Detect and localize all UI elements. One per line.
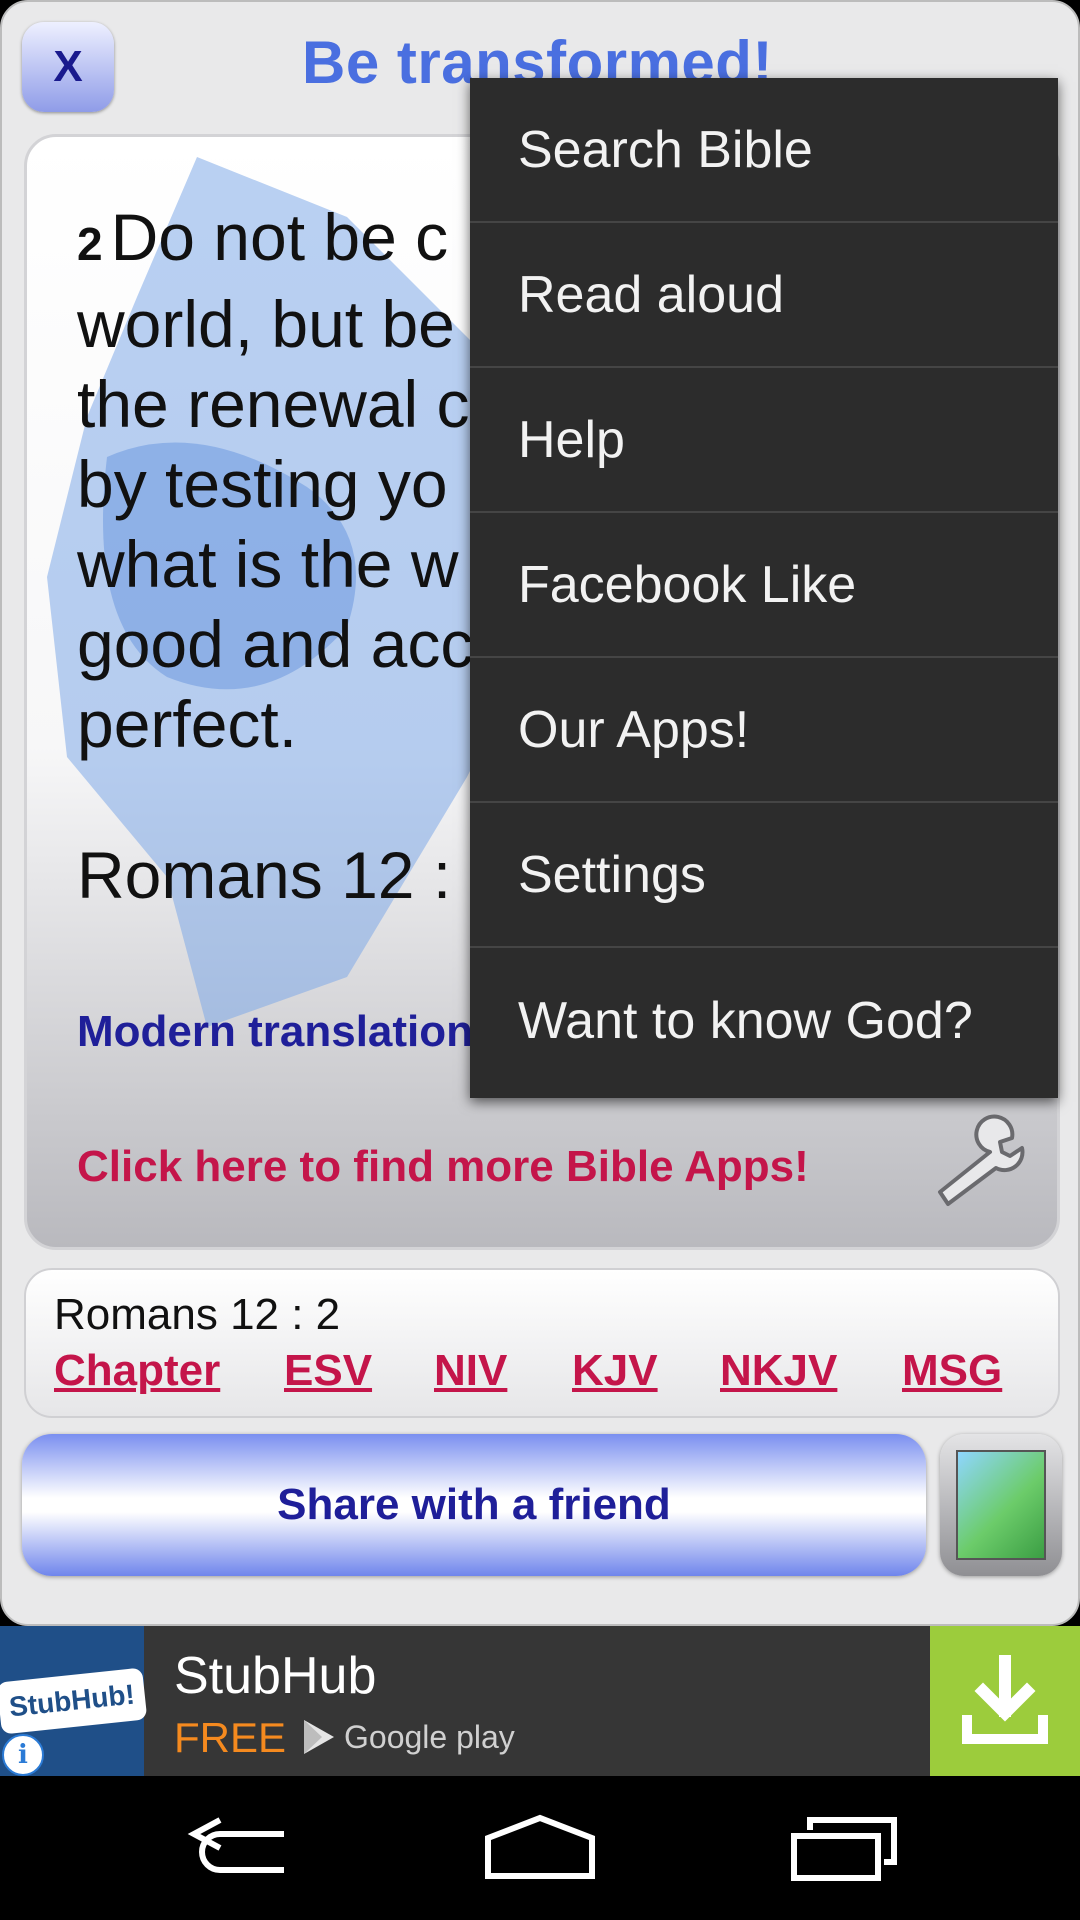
verse-line: what is the w (77, 527, 459, 601)
ad-title: StubHub (174, 1647, 377, 1705)
play-store-icon (304, 1720, 334, 1754)
menu-item-want-to-know-god[interactable]: Want to know God? (470, 948, 1058, 1093)
back-icon[interactable] (180, 1810, 300, 1886)
ad-banner[interactable]: StubHub! i StubHub FREE Google play (0, 1626, 1080, 1776)
overflow-menu: Search Bible Read aloud Help Facebook Li… (470, 78, 1058, 1098)
verse-number: 2 (77, 218, 103, 270)
menu-item-read-aloud[interactable]: Read aloud (470, 223, 1058, 368)
menu-item-search-bible[interactable]: Search Bible (470, 78, 1058, 223)
translation-links-card: Romans 12 : 2 Chapter ESV NIV KJV NKJV M… (24, 1268, 1060, 1418)
app-window: X Be transformed! 2 Do not be c world, bu… (0, 0, 1080, 1626)
translation-link[interactable]: Modern translation (77, 1007, 473, 1057)
chapter-link[interactable]: Chapter (54, 1346, 220, 1396)
verse-line: Do not be c (110, 200, 449, 274)
links-reference: Romans 12 : 2 (54, 1290, 341, 1339)
recents-icon[interactable] (786, 1810, 906, 1886)
menu-item-facebook-like[interactable]: Facebook Like (470, 513, 1058, 658)
info-icon[interactable]: i (2, 1734, 44, 1776)
menu-item-settings[interactable]: Settings (470, 803, 1058, 948)
esv-link[interactable]: ESV (284, 1346, 372, 1396)
close-button[interactable]: X (22, 22, 114, 112)
share-image-icon (956, 1450, 1046, 1560)
ad-price: FREE (174, 1714, 287, 1761)
kjv-link[interactable]: KJV (572, 1346, 658, 1396)
google-play-badge: Google play (302, 1718, 515, 1756)
menu-item-our-apps[interactable]: Our Apps! (470, 658, 1058, 803)
verse-line: world, but be (77, 287, 455, 361)
share-image-button[interactable] (940, 1434, 1062, 1576)
nkjv-link[interactable]: NKJV (720, 1346, 837, 1396)
menu-item-help[interactable]: Help (470, 368, 1058, 513)
niv-link[interactable]: NIV (434, 1346, 507, 1396)
verse-line: the renewal c (77, 367, 470, 441)
more-apps-link[interactable]: Click here to find more Bible Apps! (77, 1142, 809, 1192)
stubhub-logo-text: StubHub! (0, 1667, 148, 1735)
share-button[interactable]: Share with a friend (22, 1434, 926, 1576)
verse-reference: Romans 12 : (77, 838, 452, 912)
download-icon (962, 1655, 1048, 1744)
home-icon[interactable] (480, 1810, 600, 1886)
verse-line: by testing yo (77, 447, 448, 521)
wrench-icon[interactable] (932, 1112, 1032, 1212)
verse-line: good and acc (77, 607, 474, 681)
verse-line: perfect. (77, 687, 298, 761)
ad-store-label: Google play (344, 1718, 515, 1755)
download-button[interactable] (930, 1626, 1080, 1776)
system-nav-bar (0, 1776, 1080, 1920)
msg-link[interactable]: MSG (902, 1346, 1002, 1396)
